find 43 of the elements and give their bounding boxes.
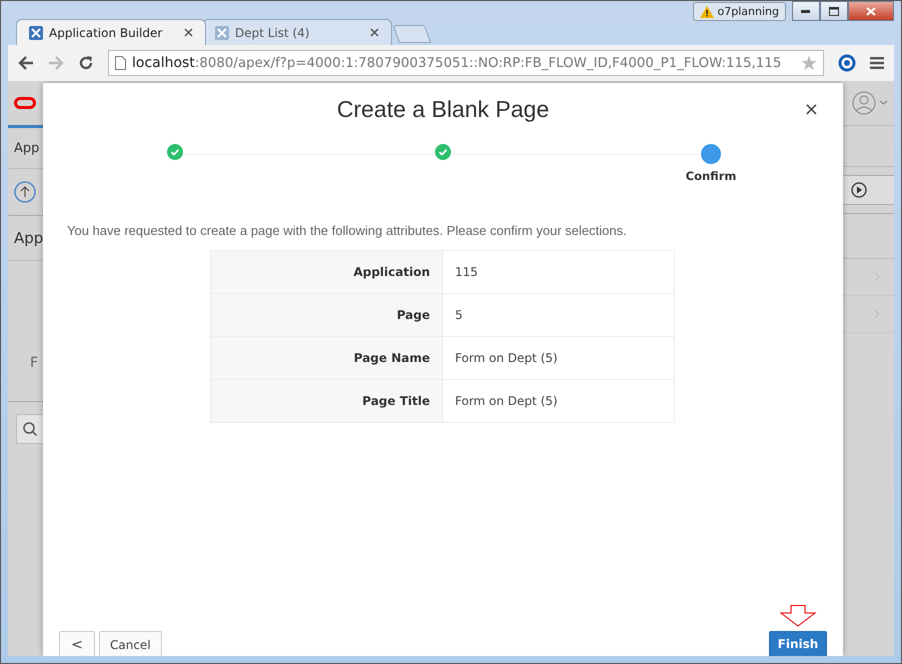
dialog-title: Create a Blank Page <box>336 96 550 122</box>
step-label: Confirm <box>686 169 736 183</box>
maximize-button[interactable] <box>820 1 848 21</box>
minimize-button[interactable] <box>792 1 820 21</box>
page-icon <box>115 56 126 70</box>
warning-icon <box>700 6 714 18</box>
attribute-label: Page Name <box>210 336 442 380</box>
cancel-button[interactable]: Cancel <box>99 631 162 656</box>
attribute-label: Page <box>210 294 442 336</box>
intro-text: You have requested to create a page with the following attributes. Please confirm your selections. <box>67 223 628 238</box>
star-icon[interactable] <box>801 55 817 71</box>
minimize-icon <box>801 9 811 13</box>
app-logo-icon <box>215 26 229 40</box>
attribute-label: Application <box>210 250 442 294</box>
address-field[interactable]: localhost:8080/apex/f?p=4000:1:7807900375051::NO:RP:FB_FLOW_ID,F4000_P1_FLOW:115,115 <box>108 50 824 76</box>
maximize-icon <box>829 6 839 16</box>
reload-icon[interactable] <box>78 55 94 71</box>
browser-tab[interactable]: Application Builder <box>16 19 206 45</box>
close-icon <box>866 6 876 16</box>
attribute-value: 5 <box>442 294 674 336</box>
section-label: App <box>14 229 44 247</box>
app-logo-icon <box>29 26 43 40</box>
search-icon <box>23 422 37 436</box>
side-label: F <box>30 355 38 371</box>
down-arrow-icon <box>779 605 817 627</box>
tab-label[interactable]: App <box>14 140 40 156</box>
menu-icon[interactable] <box>870 57 884 69</box>
browser-tab[interactable]: Dept List (4) <box>202 19 392 45</box>
extension-icon[interactable] <box>838 54 856 72</box>
attribute-label: Page Title <box>210 380 442 422</box>
logo-icon <box>14 97 36 109</box>
attribute-value: 115 <box>442 250 674 294</box>
profile-badge[interactable]: o7planning <box>692 2 786 21</box>
play-icon <box>851 182 867 198</box>
close-icon[interactable] <box>370 28 379 37</box>
back-icon[interactable] <box>18 56 34 70</box>
attribute-value: Form on Dept (5) <box>442 380 674 422</box>
close-icon[interactable] <box>184 28 193 37</box>
finish-button[interactable]: Finish <box>769 631 827 656</box>
close-window-button[interactable] <box>848 1 894 21</box>
close-button[interactable]: × <box>800 99 823 120</box>
back-button[interactable]: < <box>59 631 95 656</box>
attribute-value: Form on Dept (5) <box>442 336 674 380</box>
